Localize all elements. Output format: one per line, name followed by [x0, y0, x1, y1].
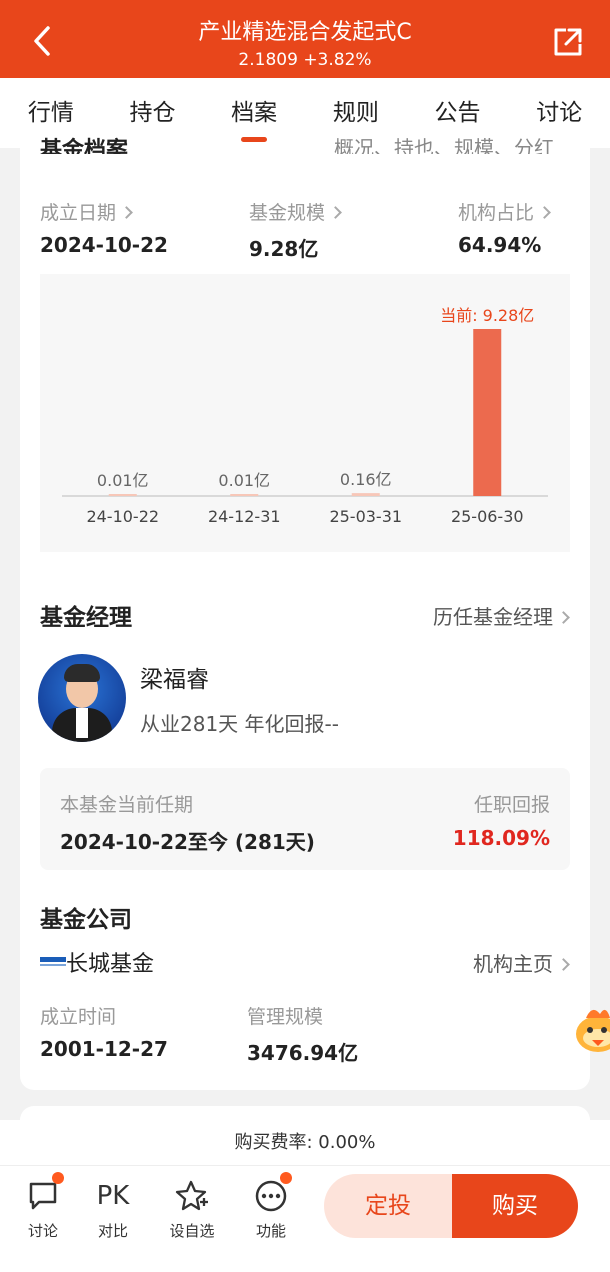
- stat-value: 9.28亿: [249, 237, 319, 261]
- discuss-button[interactable]: 讨论: [8, 1172, 78, 1241]
- badge-dot: [280, 1172, 292, 1184]
- fund-change: +3.82%: [303, 50, 372, 70]
- add-watchlist-button[interactable]: 设自选: [157, 1178, 227, 1241]
- chart-data-label: 0.01亿: [97, 471, 149, 490]
- company-aum: 管理规模 3476.94亿: [247, 1002, 358, 1066]
- chart-bar[interactable]: [351, 493, 380, 496]
- stat-label: 基金规模: [249, 202, 326, 224]
- share-icon[interactable]: [552, 26, 584, 58]
- stat-fund-size[interactable]: 基金规模 9.28亿: [249, 198, 342, 262]
- chart-bar[interactable]: [473, 329, 502, 496]
- company-section-title: 基金公司: [40, 907, 132, 933]
- stat-label: 管理规模: [247, 1006, 324, 1028]
- fund-title: 产业精选混合发起式C: [198, 20, 412, 45]
- stat-label: 成立时间: [40, 1006, 117, 1028]
- archive-header-cut: 基金档案 概况、持也、规模、分红: [40, 134, 570, 154]
- stat-founding-date[interactable]: 成立日期 2024-10-22: [40, 198, 168, 257]
- compare-label: 对比: [97, 1222, 128, 1240]
- compare-button[interactable]: PK 对比: [78, 1178, 148, 1241]
- chevron-right-icon: [557, 958, 570, 971]
- chevron-right-icon: [557, 611, 570, 624]
- chevron-right-icon: [120, 206, 133, 219]
- app-header: 产业精选混合发起式C 2.1809 +3.82%: [0, 0, 610, 78]
- fee-rate: 购买费率: 0.00%: [0, 1120, 610, 1166]
- stat-value: 3476.94亿: [247, 1041, 359, 1065]
- functions-button[interactable]: 功能: [236, 1172, 306, 1241]
- stat-institution-ratio[interactable]: 机构占比 64.94%: [458, 198, 551, 257]
- back-arrow-icon[interactable]: [26, 22, 58, 60]
- archive-title: 基金档案: [40, 138, 129, 154]
- badge-dot: [52, 1172, 64, 1184]
- company-name[interactable]: 长城基金: [66, 946, 154, 978]
- mascot-icon[interactable]: [572, 1000, 610, 1056]
- pk-icon: PK: [96, 1181, 130, 1211]
- fund-price-line: 2.1809 +3.82%: [100, 50, 510, 70]
- stat-label: 机构占比: [458, 202, 535, 224]
- buy-button[interactable]: 购买: [452, 1174, 578, 1238]
- manager-summary: 从业281天 年化回报--: [140, 712, 339, 736]
- fund-size-chart: 0.01亿 24-10-22 0.01亿 24-12-31 0.16亿 25-03-31 当…: [40, 274, 570, 552]
- discuss-label: 讨论: [27, 1222, 58, 1240]
- return-label: 任职回报: [473, 794, 550, 816]
- archive-card: 基金档案 概况、持也、规模、分红 成立日期 2024-10-22 基金规模 9.…: [20, 136, 590, 1090]
- stat-label: 成立日期: [40, 202, 117, 224]
- add-watchlist-label: 设自选: [169, 1222, 215, 1240]
- avatar[interactable]: [38, 654, 126, 742]
- manager-name[interactable]: 梁福睿: [140, 660, 209, 694]
- sip-button[interactable]: 定投: [324, 1174, 452, 1238]
- history-managers-label: 历任基金经理: [433, 605, 553, 629]
- chart-bar[interactable]: [230, 494, 259, 496]
- chart-data-label: 0.01亿: [218, 471, 270, 490]
- fund-price: 2.1809: [238, 50, 298, 70]
- company-homepage-link[interactable]: 机构主页: [473, 948, 570, 977]
- company-founded: 成立时间 2001-12-27: [40, 1002, 168, 1061]
- chart-svg: 0.01亿 24-10-22 0.01亿 24-12-31 0.16亿 25-03-31 当…: [62, 306, 548, 526]
- archive-subnav[interactable]: 概况、持也、规模、分红: [334, 134, 554, 154]
- stat-value: 2024-10-22: [40, 233, 168, 257]
- chart-data-label: 当前: 9.28亿: [440, 306, 534, 325]
- stat-value: 64.94%: [458, 233, 542, 257]
- return-value: 118.09%: [452, 826, 550, 850]
- functions-label: 功能: [255, 1222, 286, 1240]
- company-homepage-label: 机构主页: [473, 952, 553, 976]
- manager-section-title: 基金经理: [40, 605, 132, 631]
- bottom-action-bar: 讨论 PK 对比 设自选 功能 定投 购买: [0, 1166, 610, 1272]
- tenure-value: 2024-10-22至今 (281天): [60, 830, 315, 854]
- chart-data-label: 0.16亿: [340, 470, 392, 489]
- chart-tick-label: 24-12-31: [208, 507, 281, 526]
- chart-tick-label: 25-06-30: [451, 507, 524, 526]
- tenure-label: 本基金当前任期: [60, 794, 194, 816]
- tenure-panel: 本基金当前任期 2024-10-22至今 (281天) 任职回报 118.09%: [40, 768, 570, 870]
- chevron-right-icon: [329, 206, 342, 219]
- history-managers-link[interactable]: 历任基金经理: [433, 601, 570, 630]
- chevron-right-icon: [538, 206, 551, 219]
- star-add-icon: [175, 1180, 208, 1211]
- chart-tick-label: 25-03-31: [329, 507, 402, 526]
- chart-bar[interactable]: [108, 494, 137, 496]
- stat-value: 2001-12-27: [40, 1037, 168, 1061]
- chart-tick-label: 24-10-22: [86, 507, 159, 526]
